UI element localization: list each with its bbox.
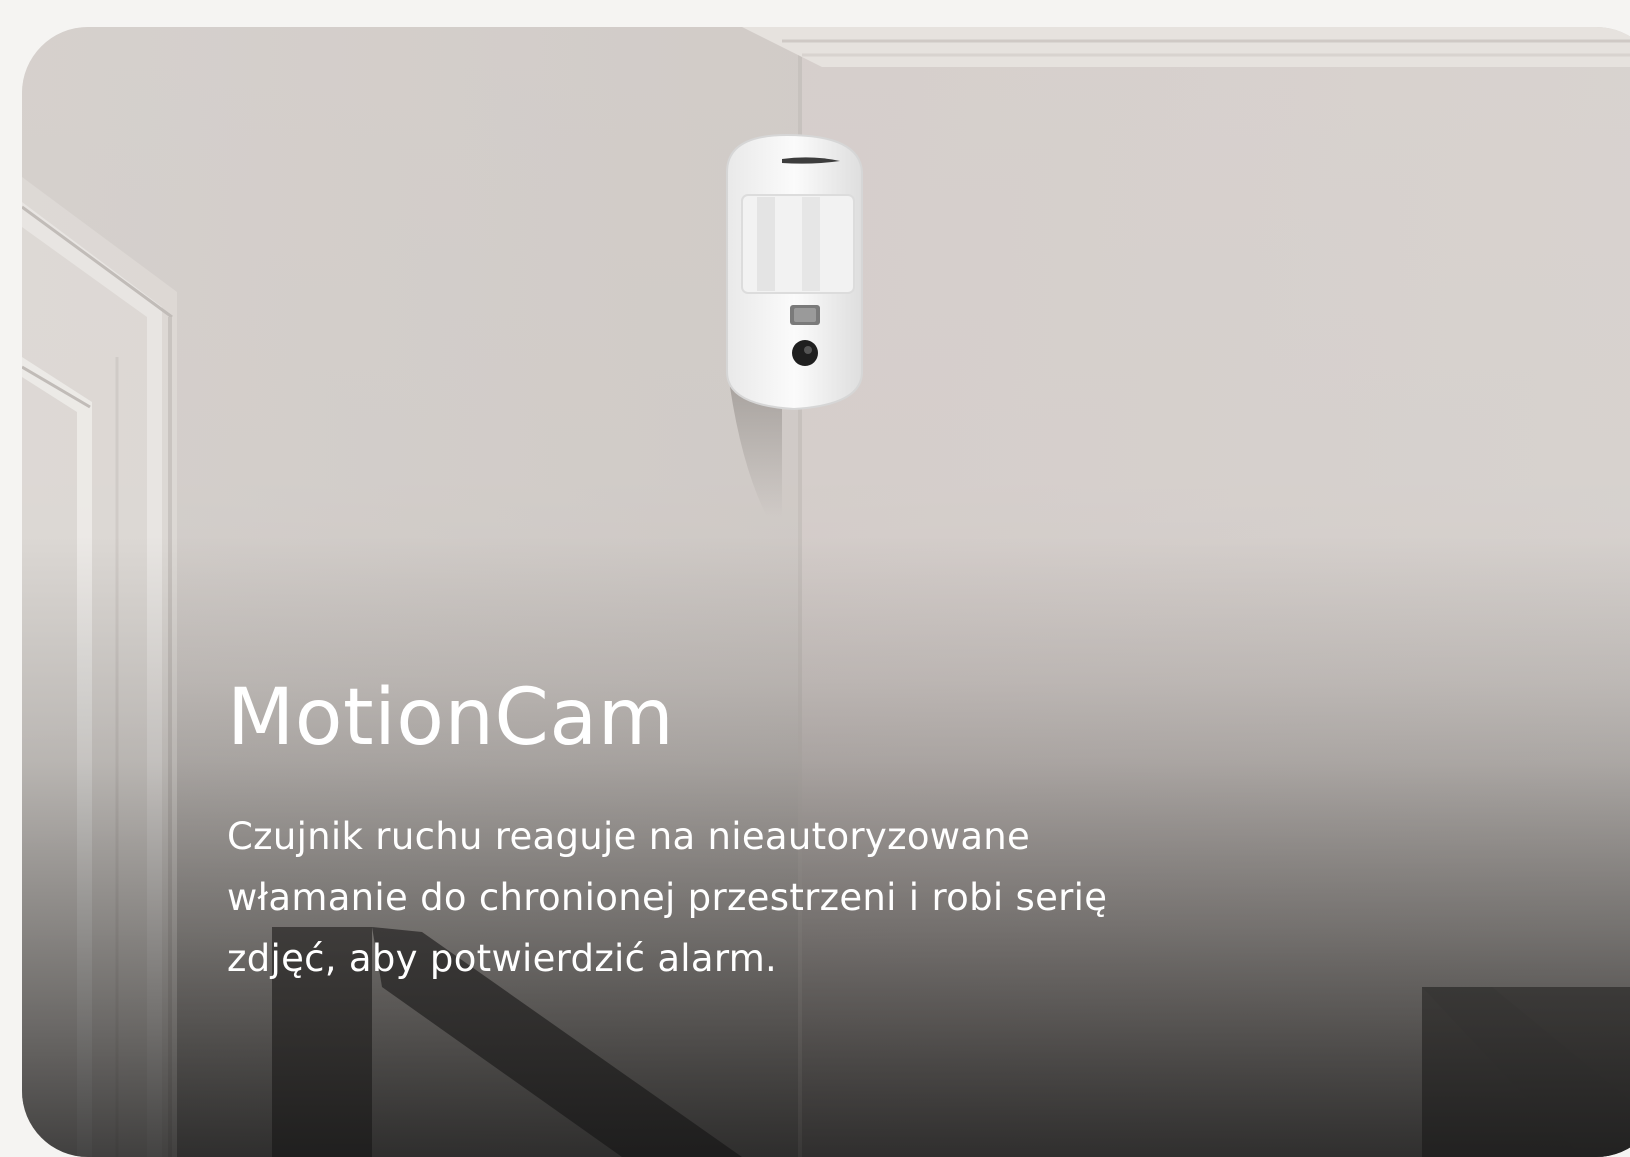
motioncam-device (726, 133, 863, 411)
product-card[interactable]: MotionCam Czujnik ruchu reaguje na nieau… (22, 27, 1630, 1157)
product-title: MotionCam (227, 673, 675, 763)
product-description: Czujnik ruchu reaguje na nieautoryzowane… (227, 815, 1108, 980)
card-content: MotionCam Czujnik ruchu reaguje na nieau… (227, 672, 1127, 989)
